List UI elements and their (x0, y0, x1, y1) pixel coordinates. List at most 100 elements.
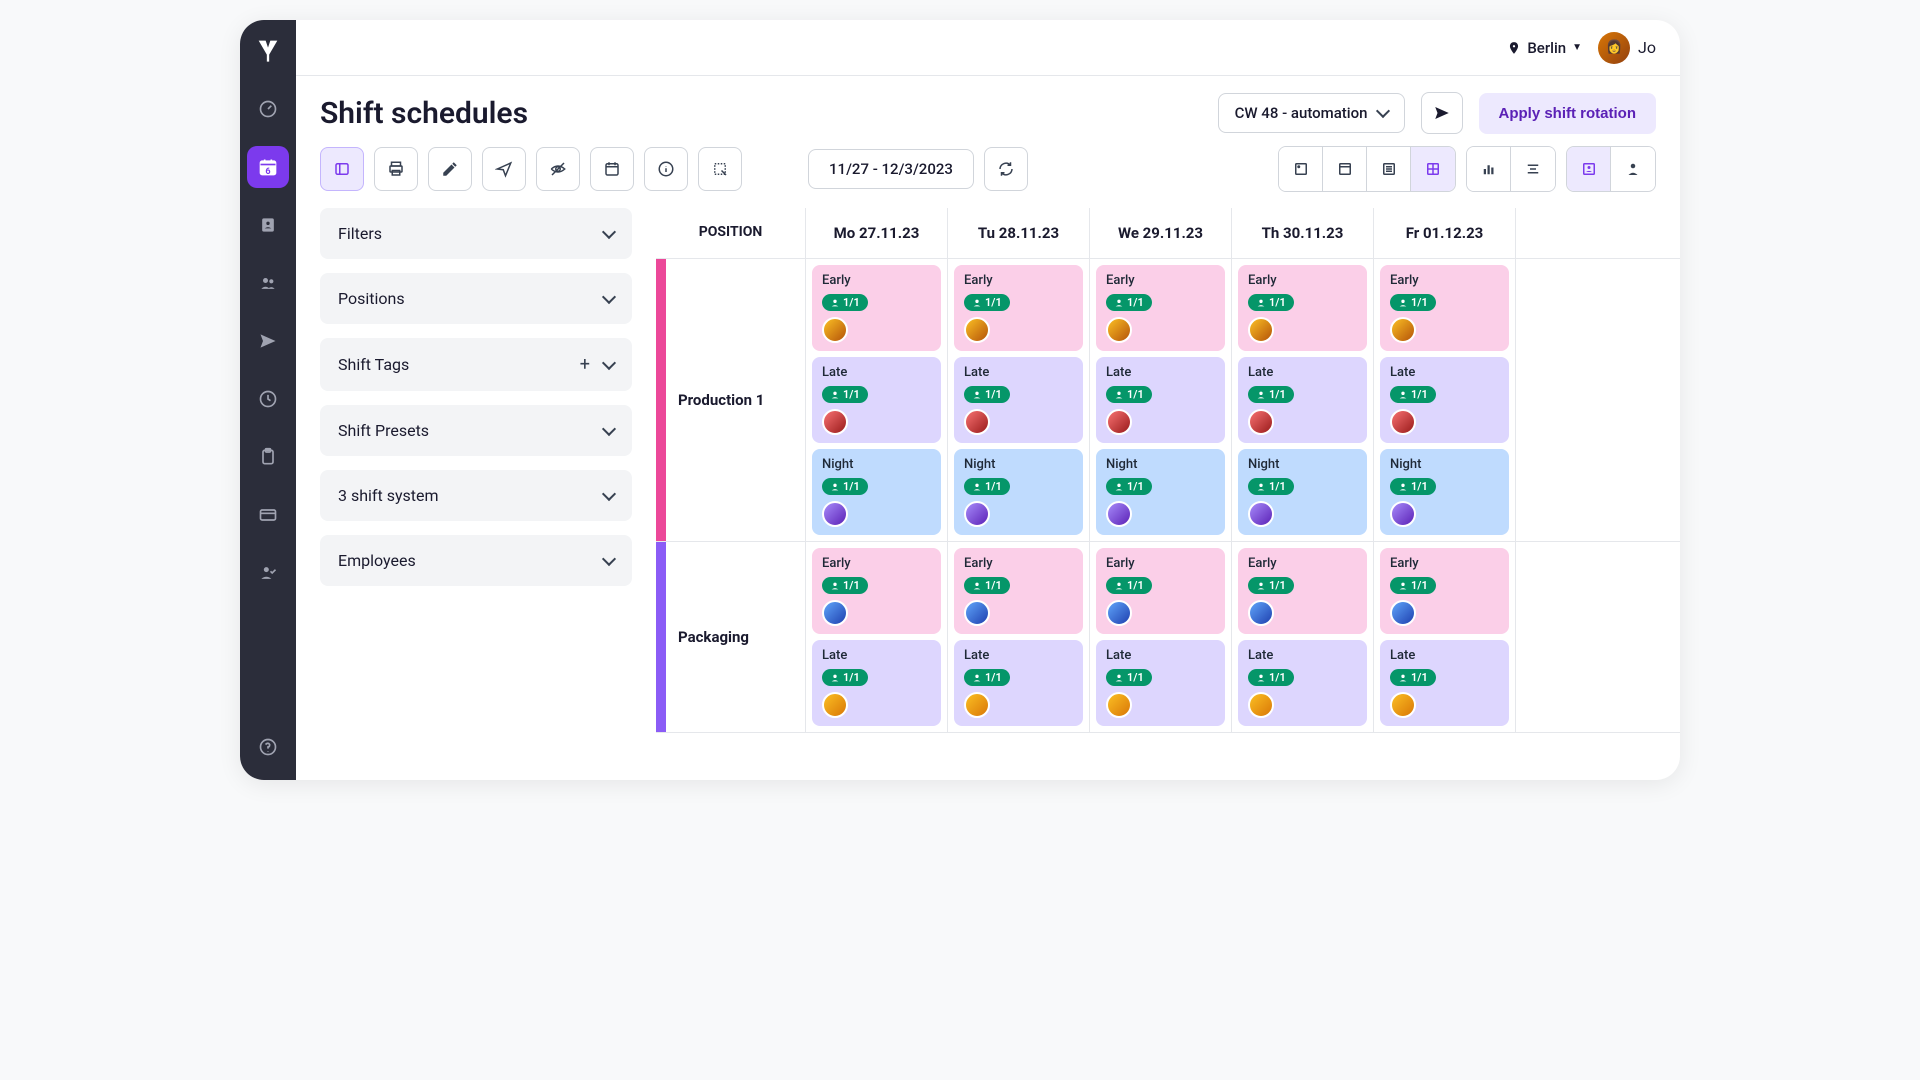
schedule-grid: POSITION Mo 27.11.23Tu 28.11.23We 29.11.… (656, 208, 1680, 780)
view-group-3 (1566, 146, 1656, 192)
shift-badge: 1/1 (1248, 669, 1294, 686)
view-week[interactable] (1323, 147, 1367, 191)
tool-refresh[interactable] (984, 147, 1028, 191)
nav-tasks[interactable] (247, 436, 289, 478)
info-icon (657, 160, 675, 178)
filter-row-filters[interactable]: Filters (320, 208, 632, 259)
shift-avatar (822, 600, 848, 626)
chevron-down-icon (602, 224, 616, 238)
week-selector-label: CW 48 - automation (1235, 104, 1368, 122)
pencil-icon (441, 160, 459, 178)
tool-select[interactable] (698, 147, 742, 191)
shift-badge: 1/1 (1106, 577, 1152, 594)
shift-card[interactable]: Late1/1 (812, 640, 941, 726)
contact-icon (258, 215, 278, 235)
shift-avatar (964, 501, 990, 527)
nav-contacts[interactable] (247, 204, 289, 246)
shift-card[interactable]: Early1/1 (1380, 548, 1509, 634)
tool-send[interactable] (482, 147, 526, 191)
shift-card[interactable]: Late1/1 (1238, 357, 1367, 443)
shift-badge: 1/1 (1390, 478, 1436, 495)
tool-panel-toggle[interactable] (320, 147, 364, 191)
list-icon (1380, 160, 1398, 178)
nav-profile[interactable] (247, 552, 289, 594)
shift-avatar (1248, 692, 1274, 718)
shift-card[interactable]: Early1/1 (954, 265, 1083, 351)
shift-card[interactable]: Night1/1 (1238, 449, 1367, 535)
nav-dashboard[interactable] (247, 88, 289, 130)
shift-card[interactable]: Late1/1 (954, 640, 1083, 726)
grid-icon (1424, 160, 1442, 178)
shift-card[interactable]: Early1/1 (812, 265, 941, 351)
page-header: Shift schedules CW 48 - automation Apply… (296, 76, 1680, 146)
shift-card[interactable]: Late1/1 (954, 357, 1083, 443)
shift-card[interactable]: Night1/1 (812, 449, 941, 535)
apply-rotation-button[interactable]: Apply shift rotation (1479, 93, 1657, 134)
shift-card[interactable]: Late1/1 (1238, 640, 1367, 726)
nav-schedule[interactable]: 6 (247, 146, 289, 188)
view-employee[interactable] (1567, 147, 1611, 191)
view-list[interactable] (1367, 147, 1411, 191)
day-header: We 29.11.23 (1090, 208, 1232, 258)
shift-card[interactable]: Night1/1 (1380, 449, 1509, 535)
shift-card[interactable]: Late1/1 (1096, 357, 1225, 443)
shift-card[interactable]: Late1/1 (1380, 357, 1509, 443)
tool-calendar[interactable] (590, 147, 634, 191)
nav-help[interactable] (247, 726, 289, 768)
view-day[interactable] (1279, 147, 1323, 191)
shift-card[interactable]: Early1/1 (1238, 548, 1367, 634)
view-stats[interactable] (1467, 147, 1511, 191)
chevron-down-icon (602, 421, 616, 435)
sidebar-icon (333, 160, 351, 178)
shift-card[interactable]: Early1/1 (1380, 265, 1509, 351)
filter-row-shift-tags[interactable]: Shift Tags + (320, 338, 632, 391)
shift-card[interactable]: Early1/1 (954, 548, 1083, 634)
day-header: Mo 27.11.23 (806, 208, 948, 258)
location-selector[interactable]: Berlin ▼ (1507, 39, 1582, 57)
shift-badge: 1/1 (1248, 478, 1294, 495)
shift-card[interactable]: Late1/1 (1380, 640, 1509, 726)
chevron-down-icon (602, 486, 616, 500)
shift-name: Late (964, 365, 1073, 380)
shift-card[interactable]: Early1/1 (812, 548, 941, 634)
nav-payroll[interactable] (247, 494, 289, 536)
nav-time[interactable] (247, 378, 289, 420)
position-label: Production 1 (666, 259, 806, 541)
shift-card[interactable]: Late1/1 (1096, 640, 1225, 726)
shift-card[interactable]: Night1/1 (954, 449, 1083, 535)
shift-name: Late (1106, 365, 1215, 380)
schedule-row: Production 1Early1/1Late1/1Night1/1Early… (656, 259, 1680, 542)
shift-card[interactable]: Early1/1 (1096, 548, 1225, 634)
plane-icon (1433, 104, 1451, 122)
tool-visibility[interactable] (536, 147, 580, 191)
tool-edit[interactable] (428, 147, 472, 191)
bars-icon (1480, 160, 1498, 178)
nav-team[interactable] (247, 262, 289, 304)
shift-avatar (964, 692, 990, 718)
nav-absences[interactable] (247, 320, 289, 362)
shift-card[interactable]: Early1/1 (1096, 265, 1225, 351)
shift-name: Late (822, 648, 931, 663)
tool-print[interactable] (374, 147, 418, 191)
shift-avatar (1390, 409, 1416, 435)
shift-badge: 1/1 (822, 577, 868, 594)
people-icon (258, 273, 278, 293)
absence-mode-button[interactable] (1421, 92, 1463, 134)
date-range-picker[interactable]: 11/27 - 12/3/2023 (808, 149, 974, 189)
filter-label: Shift Tags (338, 355, 409, 374)
filter-row-employees[interactable]: Employees (320, 535, 632, 586)
shift-card[interactable]: Late1/1 (812, 357, 941, 443)
view-grid[interactable] (1411, 147, 1455, 191)
filter-row-3-shift-system[interactable]: 3 shift system (320, 470, 632, 521)
tool-info[interactable] (644, 147, 688, 191)
shift-card[interactable]: Early1/1 (1238, 265, 1367, 351)
plus-icon[interactable]: + (580, 354, 590, 375)
shift-card[interactable]: Night1/1 (1096, 449, 1225, 535)
week-selector[interactable]: CW 48 - automation (1218, 93, 1405, 133)
filter-row-positions[interactable]: Positions (320, 273, 632, 324)
view-person[interactable] (1611, 147, 1655, 191)
user-menu[interactable]: 👩 Jo (1598, 32, 1656, 64)
filter-row-shift-presets[interactable]: Shift Presets (320, 405, 632, 456)
view-align[interactable] (1511, 147, 1555, 191)
refresh-icon (997, 160, 1015, 178)
